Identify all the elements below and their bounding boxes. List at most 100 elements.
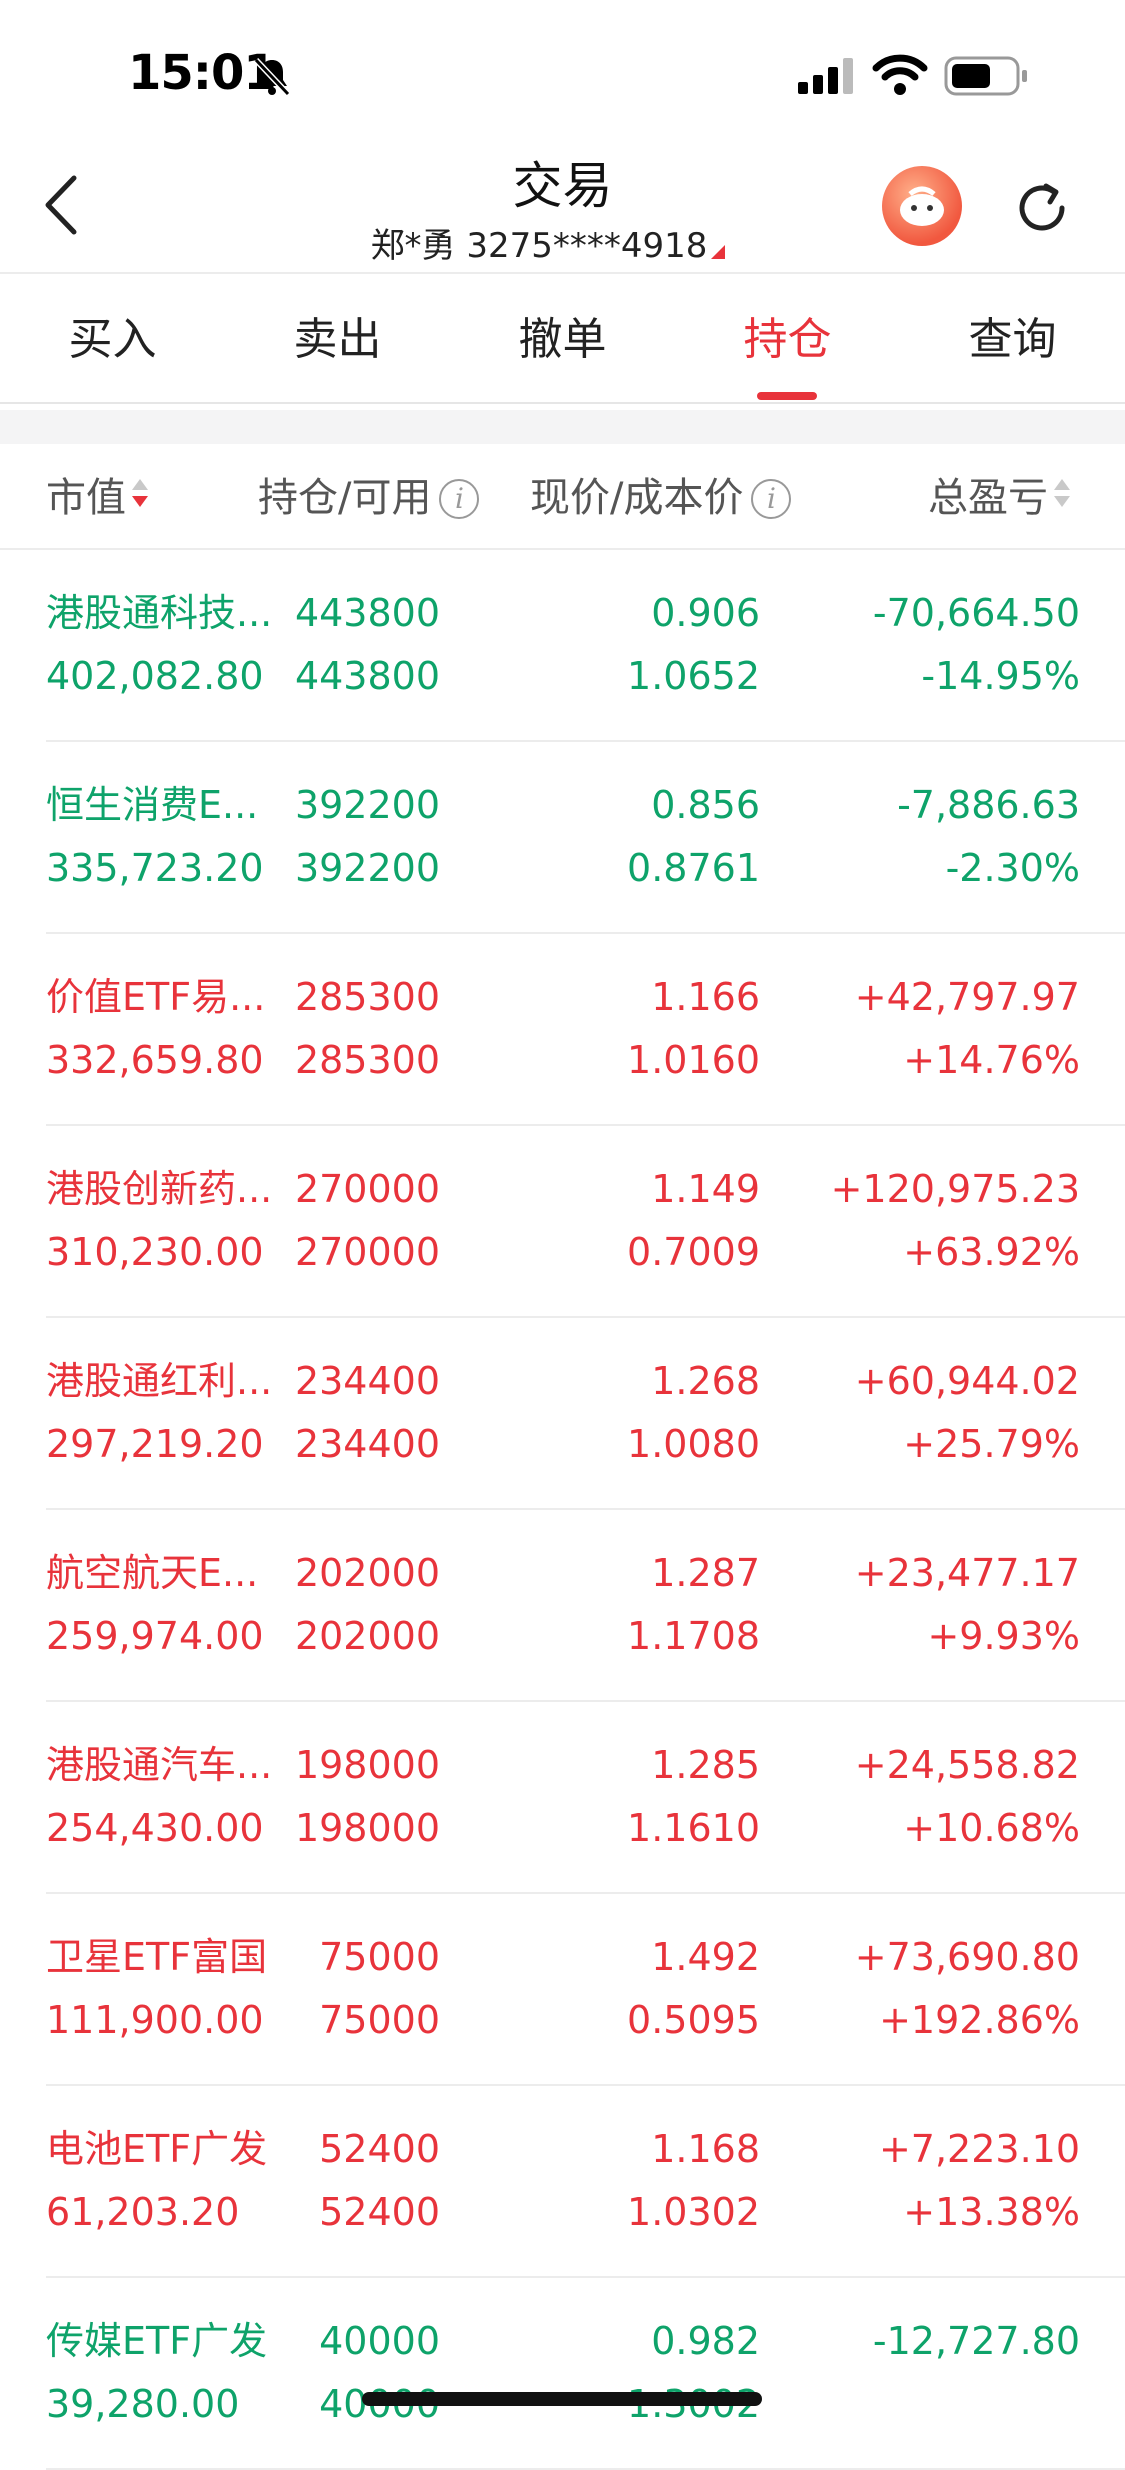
holding-cost: 0.7009 <box>627 1230 760 1274</box>
holding-position: 52400 <box>319 2127 440 2171</box>
holding-available: 270000 <box>294 1230 440 1274</box>
holding-cost: 1.0080 <box>627 1422 760 1466</box>
column-header-market-value[interactable]: 市值 <box>46 470 148 526</box>
holding-available: 392200 <box>294 846 440 890</box>
holding-row[interactable]: 港股通红利... 297,219.20 234400 234400 1.268 1.008… <box>0 1318 1125 1510</box>
cellular-signal-icon <box>798 58 853 94</box>
holding-row[interactable]: 航空航天E... 259,974.00 202000 202000 1.287 1.170… <box>0 1510 1125 1702</box>
holding-position: 234400 <box>294 1359 440 1403</box>
holding-cost: 1.0652 <box>627 654 760 698</box>
tab-buy[interactable]: 买入 <box>0 300 225 380</box>
holding-pnl: +73,690.80 <box>854 1935 1080 1979</box>
sort-icon <box>1054 479 1070 511</box>
trade-tabs: 买入 卖出 撤单 持仓 查询 <box>0 300 1125 400</box>
holding-position: 75000 <box>319 1935 440 1979</box>
tabs-divider <box>0 402 1125 404</box>
holding-position: 40000 <box>319 2319 440 2363</box>
holding-pnl-pct: +13.38% <box>903 2190 1080 2234</box>
holding-pnl: +60,944.02 <box>854 1359 1080 1403</box>
bell-muted-icon <box>253 57 291 97</box>
section-spacer <box>0 410 1125 444</box>
holding-row[interactable]: 港股通汽车... 254,430.00 198000 198000 1.285 1.161… <box>0 1702 1125 1894</box>
holding-position: 392200 <box>294 783 440 827</box>
holding-available: 52400 <box>319 2190 440 2234</box>
holding-pnl-pct: -2.30% <box>945 846 1080 890</box>
refresh-icon[interactable] <box>1010 176 1074 240</box>
info-icon[interactable]: i <box>751 479 792 519</box>
status-bar: 15:01 <box>0 0 1125 140</box>
holding-cost: 1.0302 <box>627 2190 760 2234</box>
holding-pnl: -70,664.50 <box>872 591 1080 635</box>
holding-pnl-pct: +63.92% <box>903 1230 1080 1274</box>
holding-position: 202000 <box>294 1551 440 1595</box>
assistant-face-icon <box>900 186 944 226</box>
holding-price: 1.168 <box>651 2127 760 2171</box>
holding-cost: 1.0160 <box>627 1038 760 1082</box>
holding-price: 0.906 <box>651 591 760 635</box>
holding-price: 0.856 <box>651 783 760 827</box>
tab-positions[interactable]: 持仓 <box>675 300 900 380</box>
holding-available: 285300 <box>294 1038 440 1082</box>
active-tab-indicator <box>757 392 817 400</box>
holding-position: 443800 <box>294 591 440 635</box>
holding-position: 198000 <box>294 1743 440 1787</box>
column-label: 总盈亏 <box>928 475 1048 521</box>
account-label: 郑*勇 3275****4918 <box>370 226 708 266</box>
holding-pnl: +24,558.82 <box>854 1743 1080 1787</box>
holding-pnl: +120,975.23 <box>830 1167 1080 1211</box>
tab-cancel-order[interactable]: 撤单 <box>450 300 675 380</box>
holding-available: 234400 <box>294 1422 440 1466</box>
holding-price: 0.982 <box>651 2319 760 2363</box>
holding-position: 270000 <box>294 1167 440 1211</box>
holding-pnl-pct: +10.68% <box>903 1806 1080 1850</box>
assistant-avatar[interactable] <box>882 166 962 246</box>
holding-market-value: 61,203.20 <box>46 2190 240 2234</box>
holding-pnl: +7,223.10 <box>878 2127 1080 2171</box>
holding-price: 1.166 <box>651 975 760 1019</box>
tab-query[interactable]: 查询 <box>900 300 1125 380</box>
column-label: 现价/成本价 <box>530 475 744 521</box>
holding-pnl: -7,886.63 <box>897 783 1080 827</box>
holding-cost: 0.8761 <box>627 846 760 890</box>
holding-pnl: -12,727.80 <box>872 2319 1080 2363</box>
holding-available: 443800 <box>294 654 440 698</box>
holding-price: 1.268 <box>651 1359 760 1403</box>
holding-position: 285300 <box>294 975 440 1019</box>
column-label: 持仓/可用 <box>258 475 432 521</box>
wifi-icon <box>872 54 928 95</box>
holding-row[interactable]: 港股通科技... 402,082.80 443800 443800 0.906 1.065… <box>0 550 1125 742</box>
holding-price: 1.287 <box>651 1551 760 1595</box>
holding-market-value: 39,280.00 <box>46 2382 240 2426</box>
holding-available: 75000 <box>319 1998 440 2042</box>
holding-available: 202000 <box>294 1614 440 1658</box>
holding-pnl-pct: +9.93% <box>927 1614 1080 1658</box>
holding-row[interactable]: 传媒ETF广发39,280.0040000400000.9821.3002-12… <box>0 2278 1125 2470</box>
holding-row[interactable]: 港股创新药... 310,230.00 270000 270000 1.149 0.700… <box>0 1126 1125 1318</box>
holding-pnl-pct: -14.95% <box>921 654 1080 698</box>
holding-price: 1.149 <box>651 1167 760 1211</box>
header-divider <box>0 272 1125 274</box>
info-icon[interactable]: i <box>439 479 480 519</box>
holding-row[interactable]: 电池ETF广发 61,203.20 52400 52400 1.168 1.0302 +7,… <box>0 2086 1125 2278</box>
sort-icon <box>132 479 148 511</box>
battery-icon <box>944 56 1027 96</box>
column-header-total-pnl[interactable]: 总盈亏 <box>928 470 1070 526</box>
holding-price: 1.285 <box>651 1743 760 1787</box>
holding-row[interactable]: 恒生消费E... 335,723.20 392200 392200 0.856 0.876… <box>0 742 1125 934</box>
holding-pnl-pct: +14.76% <box>903 1038 1080 1082</box>
account-dropdown-icon <box>711 245 726 259</box>
holding-cost: 1.1708 <box>627 1614 760 1658</box>
column-header-position: 持仓/可用 i <box>258 470 480 526</box>
holding-price: 1.492 <box>651 1935 760 1979</box>
holding-pnl: +42,797.97 <box>854 975 1080 1019</box>
holding-available: 198000 <box>294 1806 440 1850</box>
holding-row[interactable]: 卫星ETF富国 111,900.00 75000 75000 1.492 0.5095 +7… <box>0 1894 1125 2086</box>
holding-cost: 1.1610 <box>627 1806 760 1850</box>
holding-pnl: +23,477.17 <box>854 1551 1080 1595</box>
holding-row[interactable]: 价值ETF易... 332,659.80 285300 285300 1.166 1.01… <box>0 934 1125 1126</box>
column-header-price: 现价/成本价 i <box>530 470 792 526</box>
tab-sell[interactable]: 卖出 <box>225 300 450 380</box>
column-label: 市值 <box>46 475 126 521</box>
home-indicator <box>362 2392 762 2406</box>
holding-cost: 0.5095 <box>627 1998 760 2042</box>
